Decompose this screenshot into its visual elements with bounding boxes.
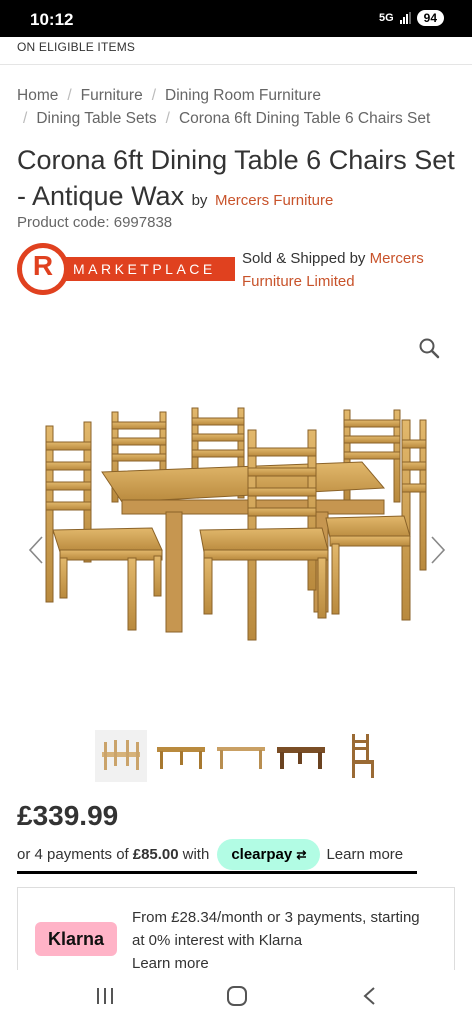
thumbnail-strip [95, 730, 387, 782]
battery-indicator: 94 [416, 10, 444, 26]
clearpay-arrows-icon: ⇄ [296, 848, 307, 862]
thumbnail-4[interactable] [275, 730, 327, 782]
status-icons: 5G 94 [379, 10, 444, 26]
by-label: by [191, 192, 208, 209]
marketplace-logo-letter: R [32, 250, 54, 281]
thumbnail-1[interactable] [95, 730, 147, 782]
network-label: 5G [378, 12, 394, 24]
installment-with: with [182, 846, 210, 863]
thumbnail-2[interactable] [155, 730, 207, 782]
marketplace-logo: MARKETPLACE R [17, 243, 235, 295]
system-nav-bar [0, 970, 472, 1024]
home-icon[interactable] [226, 986, 248, 1011]
klarna-offer-text: From £28.34/month or 3 payments, startin… [132, 909, 420, 949]
sold-shipped-label: Sold & Shipped by [242, 250, 366, 267]
installment-prefix: or 4 payments of [17, 846, 129, 863]
product-price: £339.99 [17, 800, 119, 831]
divider [0, 64, 472, 65]
status-bar: 10:12 5G 94 [0, 0, 472, 37]
product-code: Product code: 6997838 [17, 214, 172, 231]
clearpay-learn-more-link[interactable]: Learn more [326, 846, 403, 863]
klarna-panel: Klarna From £28.34/month or 3 payments, … [17, 887, 455, 977]
zoom-icon[interactable] [418, 337, 440, 364]
breadcrumb-current: Corona 6ft Dining Table 6 Chairs Set [178, 110, 431, 127]
klarna-badge: Klarna [35, 922, 117, 956]
marketplace-logo-text: MARKETPLACE [61, 257, 235, 281]
product-code-label: Product code: [17, 214, 110, 231]
breadcrumb-separator: / [165, 110, 170, 127]
clock: 10:12 [30, 10, 74, 29]
product-title: Corona 6ft Dining Table 6 Chairs Set - A… [17, 142, 457, 219]
breadcrumb: Home / Furniture / Dining Room Furniture / Di… [17, 84, 457, 130]
clearpay-badge: clearpay ⇄ [217, 839, 321, 870]
breadcrumb-home[interactable]: Home [17, 87, 58, 104]
product-code-value: 6997838 [113, 214, 173, 231]
installment-amount: £85.00 [132, 846, 179, 863]
thumbnail-5[interactable] [335, 730, 387, 782]
brand-link[interactable]: Mercers Furniture [215, 192, 333, 209]
signal-icon [399, 12, 411, 24]
breadcrumb-dining-room-furniture[interactable]: Dining Room Furniture [165, 87, 321, 104]
clearpay-installments: or 4 payments of £85.00 with clearpay ⇄ … [17, 838, 417, 874]
recent-apps-icon[interactable] [96, 986, 114, 1011]
sold-shipped-by: Sold & Shipped by Mercers Furniture Limi… [242, 247, 462, 293]
promo-banner-text: ON ELIGIBLE ITEMS [17, 40, 136, 54]
marketplace-logo-circle: R [17, 243, 69, 295]
product-image[interactable] [32, 400, 440, 660]
breadcrumb-separator: / [67, 87, 72, 104]
breadcrumb-separator: / [23, 110, 28, 127]
klarna-text: From £28.34/month or 3 payments, startin… [132, 906, 432, 975]
breadcrumb-dining-table-sets[interactable]: Dining Table Sets [36, 110, 156, 127]
back-icon[interactable] [362, 986, 376, 1011]
clearpay-label: clearpay [231, 846, 293, 863]
breadcrumb-furniture[interactable]: Furniture [81, 87, 143, 104]
thumbnail-3[interactable] [215, 730, 267, 782]
breadcrumb-separator: / [151, 87, 157, 104]
